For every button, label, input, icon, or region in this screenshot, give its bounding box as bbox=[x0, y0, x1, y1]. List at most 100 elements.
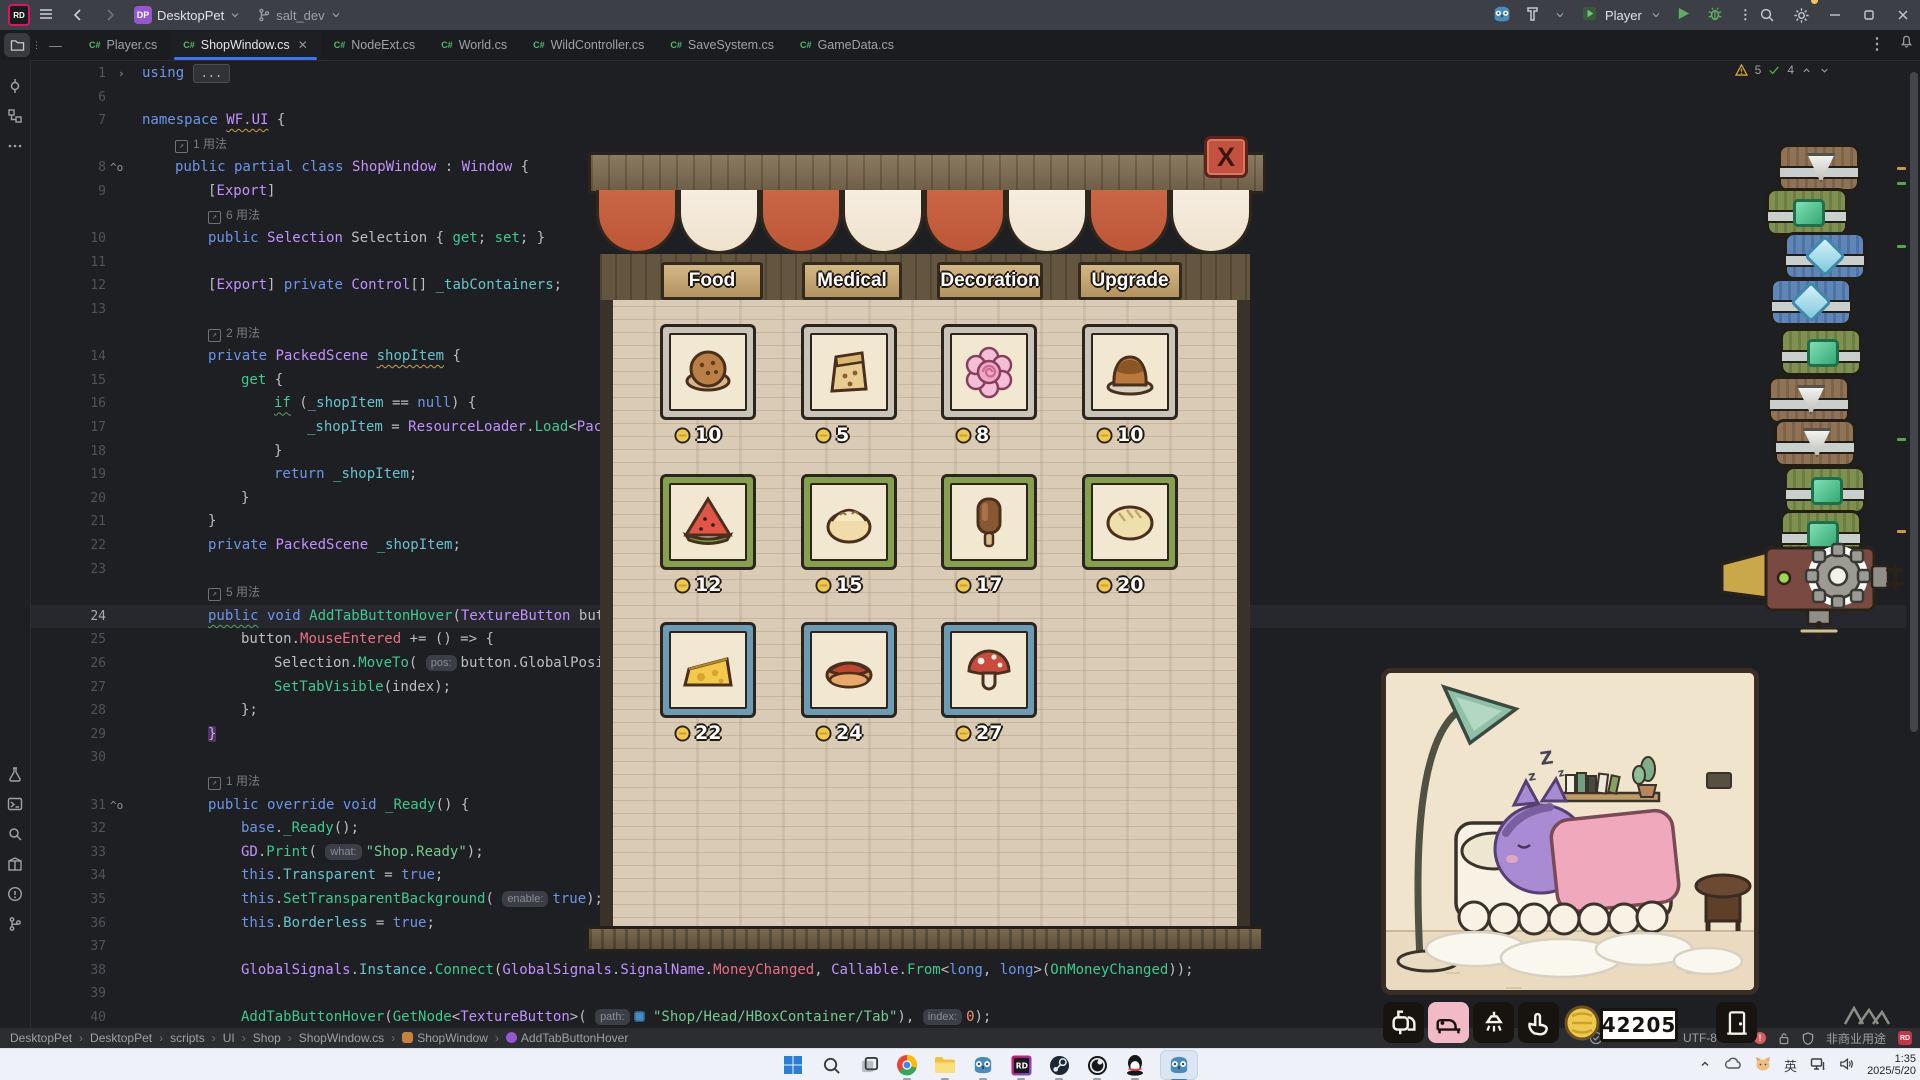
maximize-button[interactable] bbox=[1854, 0, 1884, 30]
breadcrumb-item[interactable]: ShopWindow bbox=[402, 1031, 488, 1045]
taskbar-search-icon[interactable] bbox=[818, 1052, 844, 1078]
tab-world-cs[interactable]: C# World.cs bbox=[428, 30, 520, 60]
tab-gamedata-cs[interactable]: C# GameData.cs bbox=[787, 30, 907, 60]
shop-item-watermelon[interactable] bbox=[660, 474, 756, 570]
taskbar-rider-icon[interactable]: RD bbox=[1008, 1052, 1034, 1080]
breadcrumb-item[interactable]: Shop bbox=[253, 1031, 281, 1045]
notifications-bell-icon[interactable] bbox=[1899, 34, 1914, 54]
chevron-down-icon[interactable] bbox=[1650, 9, 1662, 21]
chest-brown-silver[interactable] bbox=[1778, 144, 1860, 192]
onedrive-cloud-icon[interactable] bbox=[1724, 1057, 1742, 1073]
chest-green-emerald[interactable] bbox=[1780, 328, 1862, 376]
shop-item-cookie[interactable] bbox=[660, 324, 756, 420]
taskbar-godot-active-icon[interactable] bbox=[1160, 1050, 1198, 1080]
usages-label[interactable]: 1 用法 bbox=[226, 774, 260, 788]
fold-arrow-icon[interactable]: › bbox=[118, 62, 125, 86]
shop-item-candy-flower[interactable] bbox=[941, 324, 1037, 420]
tray-chevron-icon[interactable] bbox=[1699, 1058, 1711, 1073]
back-button[interactable] bbox=[62, 0, 94, 30]
taskbar-taskview-icon[interactable] bbox=[856, 1052, 882, 1078]
taskbar-godot-icon[interactable] bbox=[970, 1052, 996, 1080]
network-icon[interactable] bbox=[1810, 1057, 1826, 1074]
shop-item-bread[interactable] bbox=[1082, 474, 1178, 570]
shop-tab-decoration[interactable]: Decoration bbox=[937, 262, 1043, 300]
shop-tab-medical[interactable]: Medical bbox=[802, 262, 902, 300]
taskbar-chrome-icon[interactable] bbox=[894, 1052, 920, 1080]
shield-icon[interactable] bbox=[1802, 1031, 1814, 1045]
godot-editor-icon[interactable] bbox=[1492, 5, 1512, 26]
breadcrumb-item[interactable]: ShopWindow.cs bbox=[299, 1031, 384, 1045]
override-gutter-icon[interactable]: ^o bbox=[110, 156, 123, 180]
vcs-branch-selector[interactable]: salt_dev bbox=[249, 0, 349, 30]
breadcrumb-item[interactable]: UI bbox=[223, 1031, 235, 1045]
bed-button[interactable] bbox=[1428, 1002, 1469, 1043]
build-icon[interactable] bbox=[3, 852, 27, 876]
more-icon[interactable]: ⋮ bbox=[1869, 34, 1885, 54]
problems-icon[interactable] bbox=[3, 882, 27, 906]
override-gutter-icon[interactable]: ^o bbox=[110, 794, 123, 818]
commit-icon[interactable] bbox=[3, 74, 27, 98]
tab-shopwindow-cs[interactable]: C# ShopWindow.cs ✕ bbox=[170, 30, 321, 60]
build-hammer-icon[interactable] bbox=[1524, 5, 1542, 26]
lock-icon[interactable] bbox=[1778, 1032, 1790, 1045]
lamp-button[interactable] bbox=[1473, 1002, 1514, 1043]
pet-app-tray-icon[interactable] bbox=[1755, 1056, 1771, 1074]
git-icon[interactable] bbox=[3, 912, 27, 936]
taskbar-qq-icon[interactable] bbox=[1122, 1052, 1148, 1080]
chevron-down-icon[interactable] bbox=[1554, 9, 1566, 21]
terminal-icon[interactable] bbox=[3, 792, 27, 816]
hide-tabs-icon[interactable]: — bbox=[49, 38, 62, 53]
usages-icon[interactable]: ↗ bbox=[208, 210, 221, 224]
usages-label[interactable]: 1 用法 bbox=[193, 137, 227, 151]
shop-item-dumpling[interactable] bbox=[801, 474, 897, 570]
minimize-button[interactable] bbox=[1820, 0, 1850, 30]
usages-label[interactable]: 6 用法 bbox=[226, 208, 260, 222]
search-everywhere-icon[interactable] bbox=[1752, 0, 1782, 30]
shop-item-snack-bag[interactable] bbox=[801, 324, 897, 420]
tab-close-icon[interactable]: ✕ bbox=[298, 38, 308, 52]
main-menu-button[interactable] bbox=[30, 0, 62, 30]
taskbar-explorer-icon[interactable] bbox=[932, 1052, 958, 1080]
more-run-options-icon[interactable]: ⋮ bbox=[1739, 7, 1752, 23]
volume-icon[interactable] bbox=[1839, 1057, 1854, 1074]
breadcrumb-item[interactable]: scripts bbox=[170, 1031, 205, 1045]
usages-label[interactable]: 2 用法 bbox=[226, 326, 260, 340]
close-button[interactable] bbox=[1888, 0, 1918, 30]
tab-savesystem-cs[interactable]: C# SaveSystem.cs bbox=[657, 30, 787, 60]
taskbar-steam-icon[interactable] bbox=[1046, 1052, 1072, 1080]
taskbar-obs-icon[interactable] bbox=[1084, 1052, 1110, 1080]
shop-item-cheese[interactable] bbox=[660, 622, 756, 718]
usages-icon[interactable]: ↗ bbox=[175, 139, 188, 153]
usages-icon[interactable]: ↗ bbox=[208, 588, 221, 602]
forward-button[interactable] bbox=[94, 0, 126, 30]
shop-tab-food[interactable]: Food bbox=[661, 262, 763, 300]
shop-close-button[interactable]: X bbox=[1204, 136, 1248, 178]
breadcrumb-item[interactable]: AddTabButtonHover bbox=[505, 1031, 628, 1045]
shop-tab-upgrade[interactable]: Upgrade bbox=[1078, 262, 1182, 300]
structure-icon[interactable] bbox=[3, 104, 27, 128]
settings-gear-icon[interactable] bbox=[1786, 0, 1818, 30]
usages-icon[interactable]: ↗ bbox=[208, 328, 221, 342]
run-config-name[interactable]: Player bbox=[1605, 8, 1642, 23]
debug-button[interactable] bbox=[1707, 6, 1723, 25]
chest-green-emerald[interactable] bbox=[1766, 188, 1848, 236]
chest-green-emerald[interactable] bbox=[1784, 466, 1866, 514]
shop-item-popsicle[interactable] bbox=[941, 474, 1037, 570]
breadcrumb-item[interactable]: DesktopPet bbox=[10, 1031, 72, 1045]
project-selector[interactable]: DP DesktopPet bbox=[126, 0, 249, 30]
door-button[interactable] bbox=[1716, 1002, 1757, 1043]
run-button[interactable] bbox=[1676, 6, 1691, 24]
usages-label[interactable]: 5 用法 bbox=[226, 585, 260, 599]
cannon-machine[interactable] bbox=[1720, 536, 1910, 646]
chest-brown-silver[interactable] bbox=[1768, 376, 1850, 424]
taskbar-start-icon[interactable] bbox=[780, 1052, 806, 1078]
find-icon[interactable] bbox=[3, 822, 27, 846]
taskbar-clock[interactable]: 1:35 2025/5/20 bbox=[1867, 1053, 1916, 1077]
ime-indicator[interactable]: 英 bbox=[1784, 1056, 1797, 1075]
inspection-widget[interactable]: 5 4 bbox=[1734, 63, 1830, 77]
tab-wildcontroller-cs[interactable]: C# WildController.cs bbox=[520, 30, 657, 60]
chest-brown-silver[interactable] bbox=[1774, 419, 1856, 467]
usages-icon[interactable]: ↗ bbox=[208, 777, 221, 790]
chest-blue-diamond[interactable] bbox=[1784, 232, 1866, 280]
shop-item-pudding[interactable] bbox=[1082, 324, 1178, 420]
